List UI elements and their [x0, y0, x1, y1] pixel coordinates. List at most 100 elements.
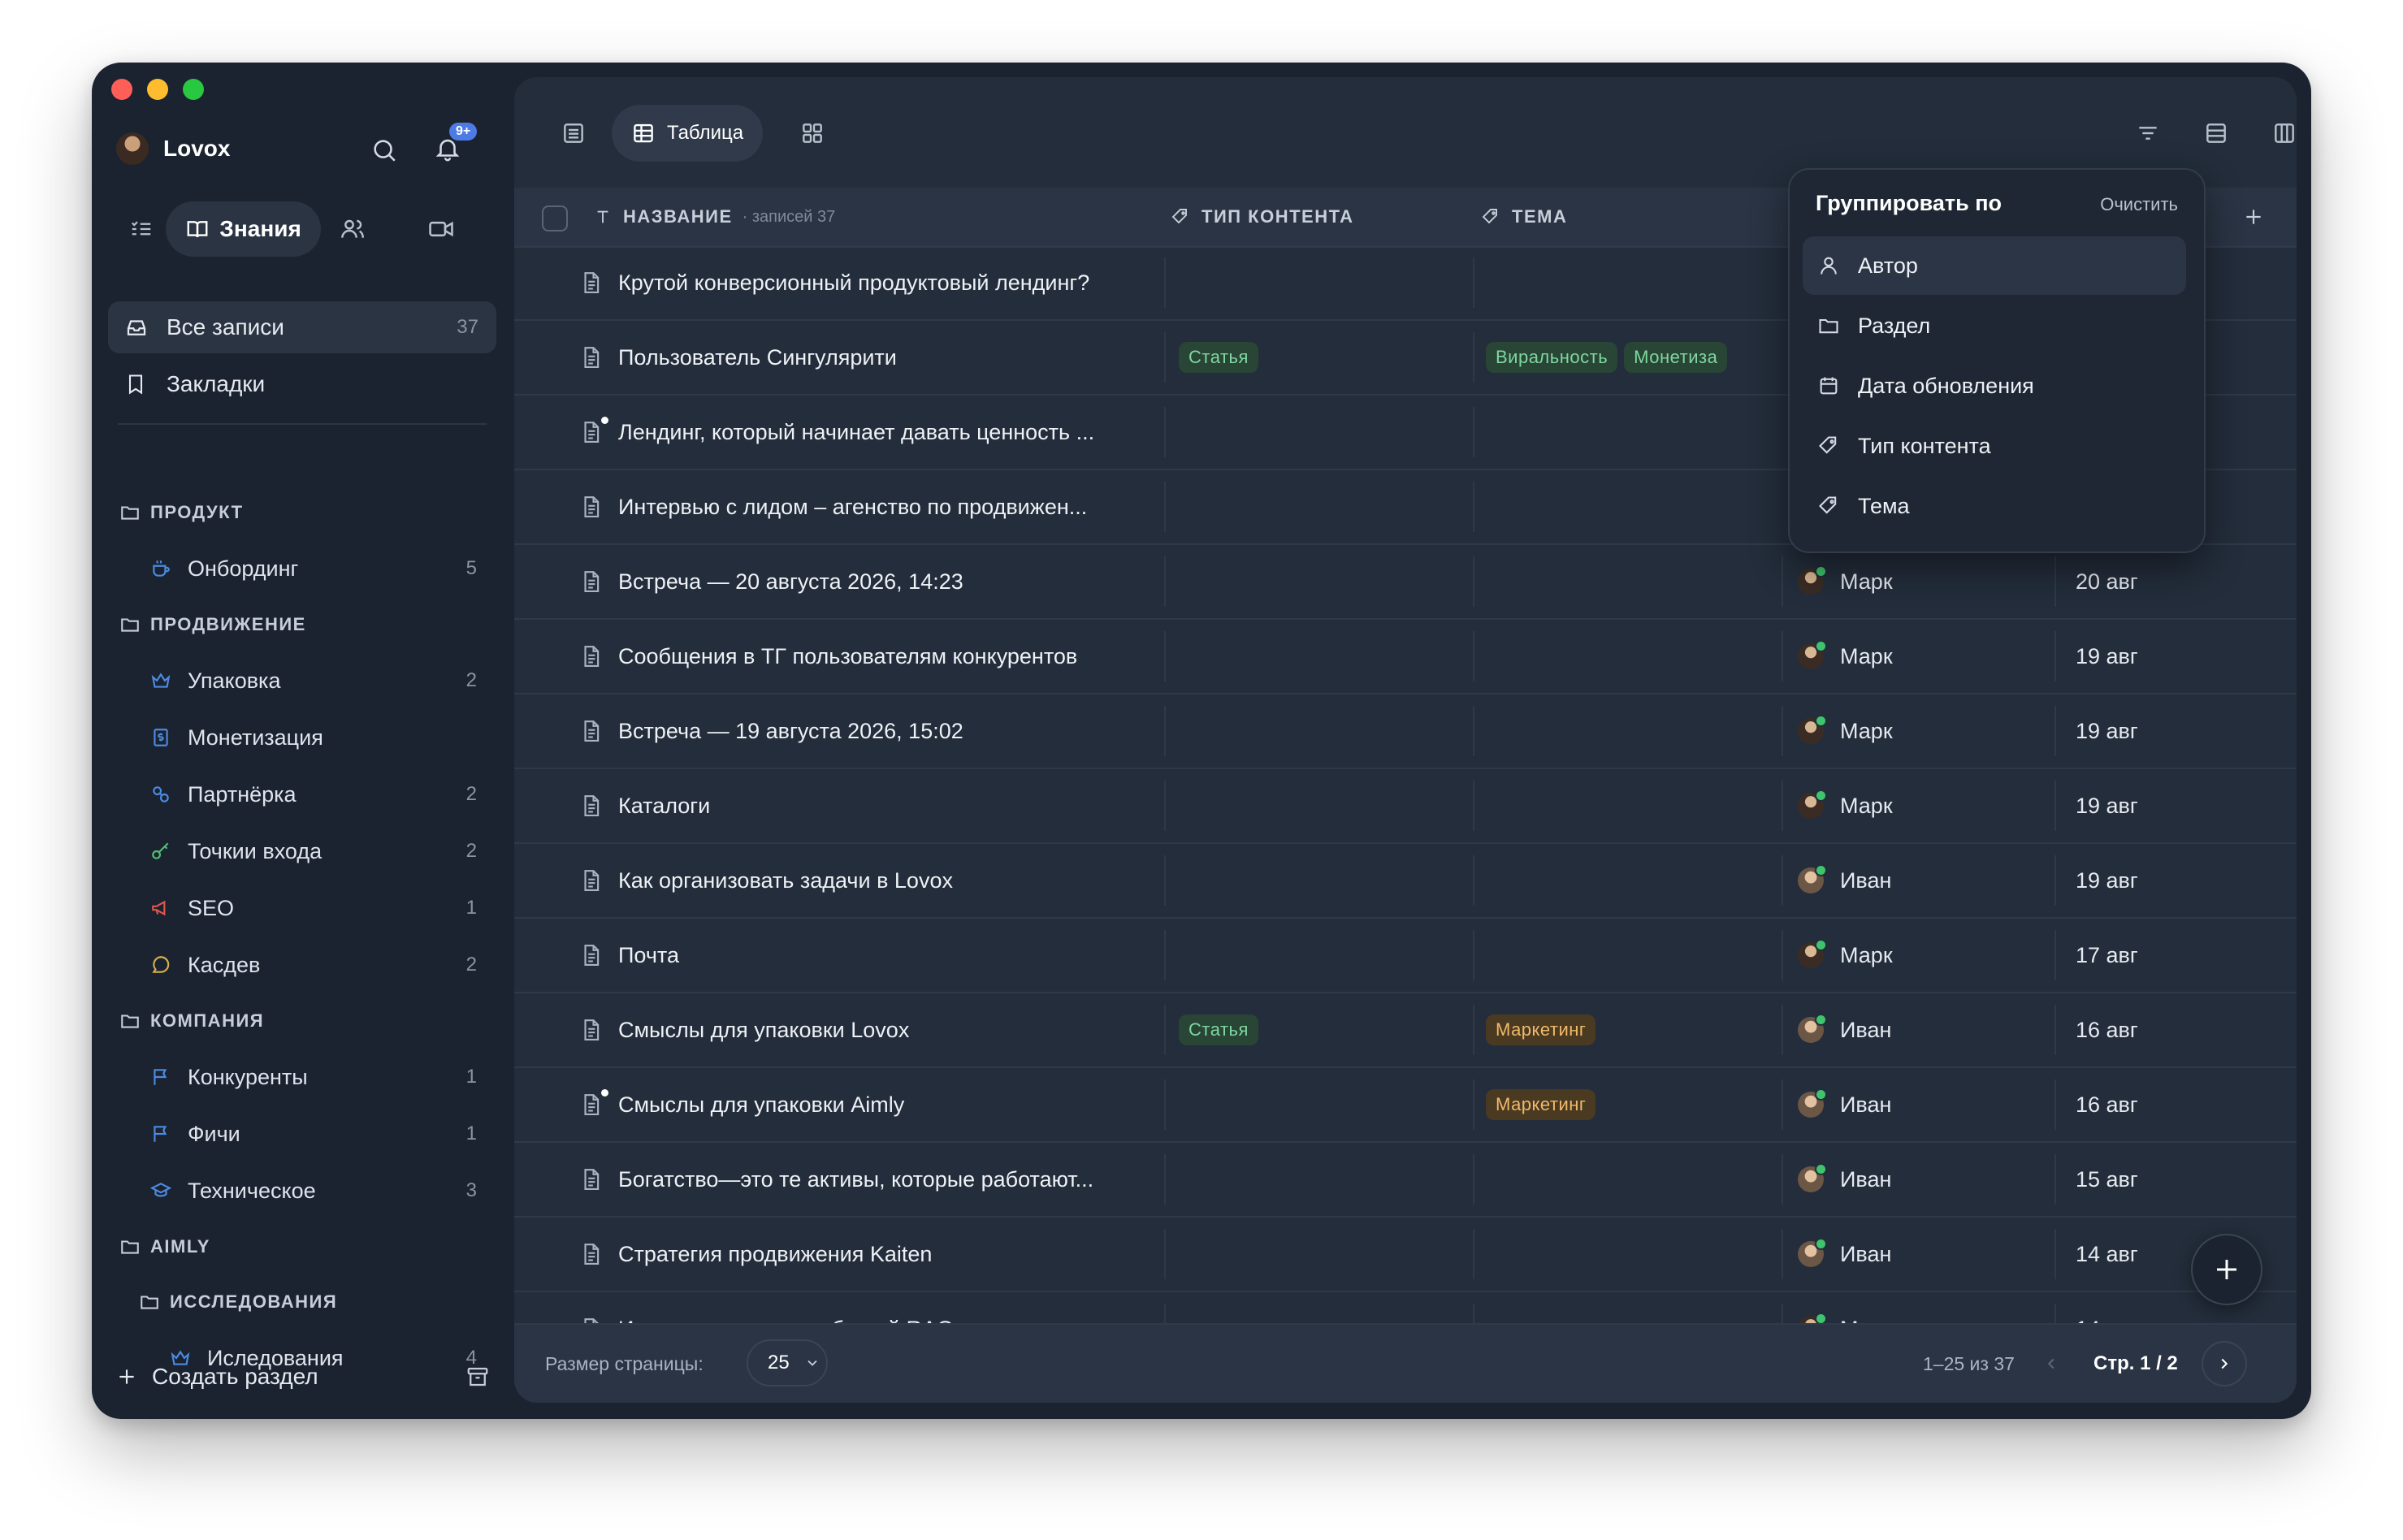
add-column-button[interactable]	[2243, 188, 2264, 246]
pagination-bar: Размер страницы: 25 1–25 из 37 Стр. 1 / …	[514, 1323, 2297, 1403]
table-row[interactable]: Богатство—это те активы, которые работаю…	[514, 1143, 2297, 1218]
section-title: ПРОДУКТ	[150, 502, 244, 522]
sidebar-item-monetization[interactable]: Монетизация	[108, 709, 496, 766]
columns-button[interactable]	[2264, 105, 2297, 162]
record-title-cell[interactable]: Стратегия продвижения Kaiten	[579, 1218, 1132, 1291]
record-title-cell[interactable]: Каталоги	[579, 769, 1132, 842]
table-row[interactable]: Почта Марк 17 авг	[514, 919, 2297, 993]
section-promotion[interactable]: ПРОДВИЖЕНИЕ	[108, 597, 496, 652]
view-list-button[interactable]	[553, 105, 594, 162]
sidebar-item-seo[interactable]: SEO 1	[108, 880, 496, 937]
author-cell[interactable]: Иван	[1798, 1068, 1891, 1141]
author-cell[interactable]: Марк	[1798, 545, 1893, 618]
notifications-button[interactable]: 9+	[431, 123, 478, 165]
sidebar-item-onboarding[interactable]: Онбординг 5	[108, 540, 496, 597]
record-title-cell[interactable]: Встреча — 20 августа 2026, 14:23	[579, 545, 1132, 618]
author-cell[interactable]: Марк	[1798, 620, 1893, 693]
sidebar-item-entry-points[interactable]: Точкии входа 2	[108, 823, 496, 880]
mode-knowledge[interactable]: Знания	[166, 201, 321, 257]
user-profile[interactable]: Lovox	[116, 132, 230, 165]
columns-icon	[2275, 123, 2294, 143]
author-name: Марк	[1840, 643, 1893, 668]
column-header-title[interactable]: НАЗВАНИЕ · записей 37	[594, 188, 835, 246]
filter-button[interactable]	[2128, 105, 2168, 162]
table-row[interactable]: Стратегия продвижения Kaiten Иван 14 авг	[514, 1218, 2297, 1292]
table-row[interactable]: Как организовать задачи в Lovox Иван 19 ав…	[514, 844, 2297, 919]
column-divider	[2054, 556, 2056, 607]
sidebar-item-custdev[interactable]: Касдев 2	[108, 937, 496, 993]
author-cell[interactable]: Иван	[1798, 1143, 1891, 1216]
view-grid-button[interactable]	[792, 105, 833, 162]
sidebar-item-label: Конкуренты	[188, 1064, 308, 1089]
next-page-button[interactable]	[2202, 1341, 2247, 1386]
record-title-cell[interactable]: Лендинг, который начинает давать ценност…	[579, 396, 1132, 469]
section-company[interactable]: КОМПАНИЯ	[108, 993, 496, 1049]
record-title-cell[interactable]: Интервью с лидом – агенство по продвижен…	[579, 470, 1132, 543]
column-divider	[1164, 257, 1166, 308]
group-by-option-updated[interactable]: Дата обновления	[1803, 357, 2186, 415]
author-cell[interactable]: Марк	[1798, 694, 1893, 768]
column-header-theme[interactable]: ТЕМА	[1481, 188, 1567, 246]
sidebar-item-packaging[interactable]: Упаковка 2	[108, 652, 496, 709]
view-table-button[interactable]: Таблица	[612, 105, 764, 162]
section-product[interactable]: ПРОДУКТ	[108, 485, 496, 540]
record-title-cell[interactable]: Встреча — 19 августа 2026, 15:02	[579, 694, 1132, 768]
sidebar-item-count: 2	[465, 783, 477, 805]
record-title-cell[interactable]: Смыслы для упаковки Aimly	[579, 1068, 1132, 1141]
table-row[interactable]: Встреча — 19 августа 2026, 15:02 Марк 19 а…	[514, 694, 2297, 769]
group-by-option-theme[interactable]: Тема	[1803, 477, 2186, 535]
record-title-cell[interactable]: Сообщения в ТГ пользователям конкурентов	[579, 620, 1132, 693]
table-row[interactable]: Каталоги Марк 19 авг	[514, 769, 2297, 844]
theme-cell[interactable]: Маркетинг	[1486, 1068, 1754, 1141]
record-title: Интервью с лидом – агенство по продвижен…	[618, 494, 1088, 519]
create-section-button[interactable]: Создать раздел	[116, 1354, 490, 1399]
author-cell[interactable]: Марк	[1798, 769, 1893, 842]
author-cell[interactable]: Иван	[1798, 844, 1891, 917]
mode-tasks[interactable]	[116, 201, 166, 257]
clear-grouping-button[interactable]: Очистить	[2100, 194, 2178, 215]
sidebar-item-technical[interactable]: Техническое 3	[108, 1162, 496, 1219]
author-cell[interactable]: Марк	[1798, 919, 1893, 992]
record-title: Как организовать задачи в Lovox	[618, 867, 953, 893]
column-header-content-type[interactable]: ТИП КОНТЕНТА	[1171, 188, 1354, 246]
section-aimly[interactable]: AIMLY	[108, 1219, 496, 1274]
content-type-cell[interactable]: Статья	[1179, 321, 1265, 394]
sidebar-item-count: 2	[465, 840, 477, 862]
sidebar-item-features[interactable]: Фичи 1	[108, 1105, 496, 1162]
select-all-checkbox[interactable]	[542, 205, 568, 231]
column-divider	[1164, 1154, 1166, 1205]
section-research[interactable]: ИССЛЕДОВАНИЯ	[108, 1274, 496, 1330]
table-row[interactable]: Встреча — 20 августа 2026, 14:23 Марк 20 а…	[514, 545, 2297, 620]
theme-cell[interactable]: Виральность Монетиза	[1486, 321, 1754, 394]
row-density-button[interactable]	[2196, 105, 2236, 162]
table-row[interactable]: Сообщения в ТГ пользователям конкурентов…	[514, 620, 2297, 694]
author-cell[interactable]: Иван	[1798, 1218, 1891, 1291]
record-title-cell[interactable]: Как организовать задачи в Lovox	[579, 844, 1132, 917]
sidebar-item-all-records[interactable]: Все записи 37	[108, 301, 496, 353]
record-title-cell[interactable]: Пользователь Сингулярити	[579, 321, 1132, 394]
record-title-cell[interactable]: Богатство—это те активы, которые работаю…	[579, 1143, 1132, 1216]
content-type-cell[interactable]: Статья	[1179, 993, 1265, 1066]
add-record-button[interactable]	[2191, 1234, 2262, 1305]
mode-people[interactable]	[321, 201, 385, 257]
record-title-cell[interactable]: Смыслы для упаковки Lovox	[579, 993, 1132, 1066]
author-cell[interactable]: Иван	[1798, 993, 1891, 1066]
search-button[interactable]	[368, 134, 400, 167]
group-by-option-section[interactable]: Раздел	[1803, 296, 2186, 355]
table-row[interactable]: Смыслы для упаковки Lovox Статья Маркетинг…	[514, 993, 2297, 1068]
group-by-option-author[interactable]: Автор	[1803, 236, 2186, 295]
page-size-select[interactable]: 25	[747, 1339, 828, 1386]
table-row[interactable]: Смыслы для упаковки Aimly Маркетинг Иван 16…	[514, 1068, 2297, 1143]
prev-page-button[interactable]	[2030, 1343, 2072, 1385]
sidebar-item-competitors[interactable]: Конкуренты 1	[108, 1049, 496, 1105]
mode-meetings[interactable]	[409, 201, 474, 257]
sidebar-item-bookmarks[interactable]: Закладки	[108, 358, 496, 410]
theme-cell[interactable]: Маркетинг	[1486, 993, 1754, 1066]
group-by-option-content-type[interactable]: Тип контента	[1803, 417, 2186, 475]
online-status-dot	[1815, 1163, 1827, 1175]
archive-button[interactable]	[465, 1365, 490, 1389]
bookmark-icon	[128, 374, 143, 395]
record-title-cell[interactable]: Крутой конверсионный продуктовый лендинг…	[579, 246, 1132, 319]
record-title-cell[interactable]: Почта	[579, 919, 1132, 992]
sidebar-item-partnership[interactable]: Партнёрка 2	[108, 766, 496, 823]
